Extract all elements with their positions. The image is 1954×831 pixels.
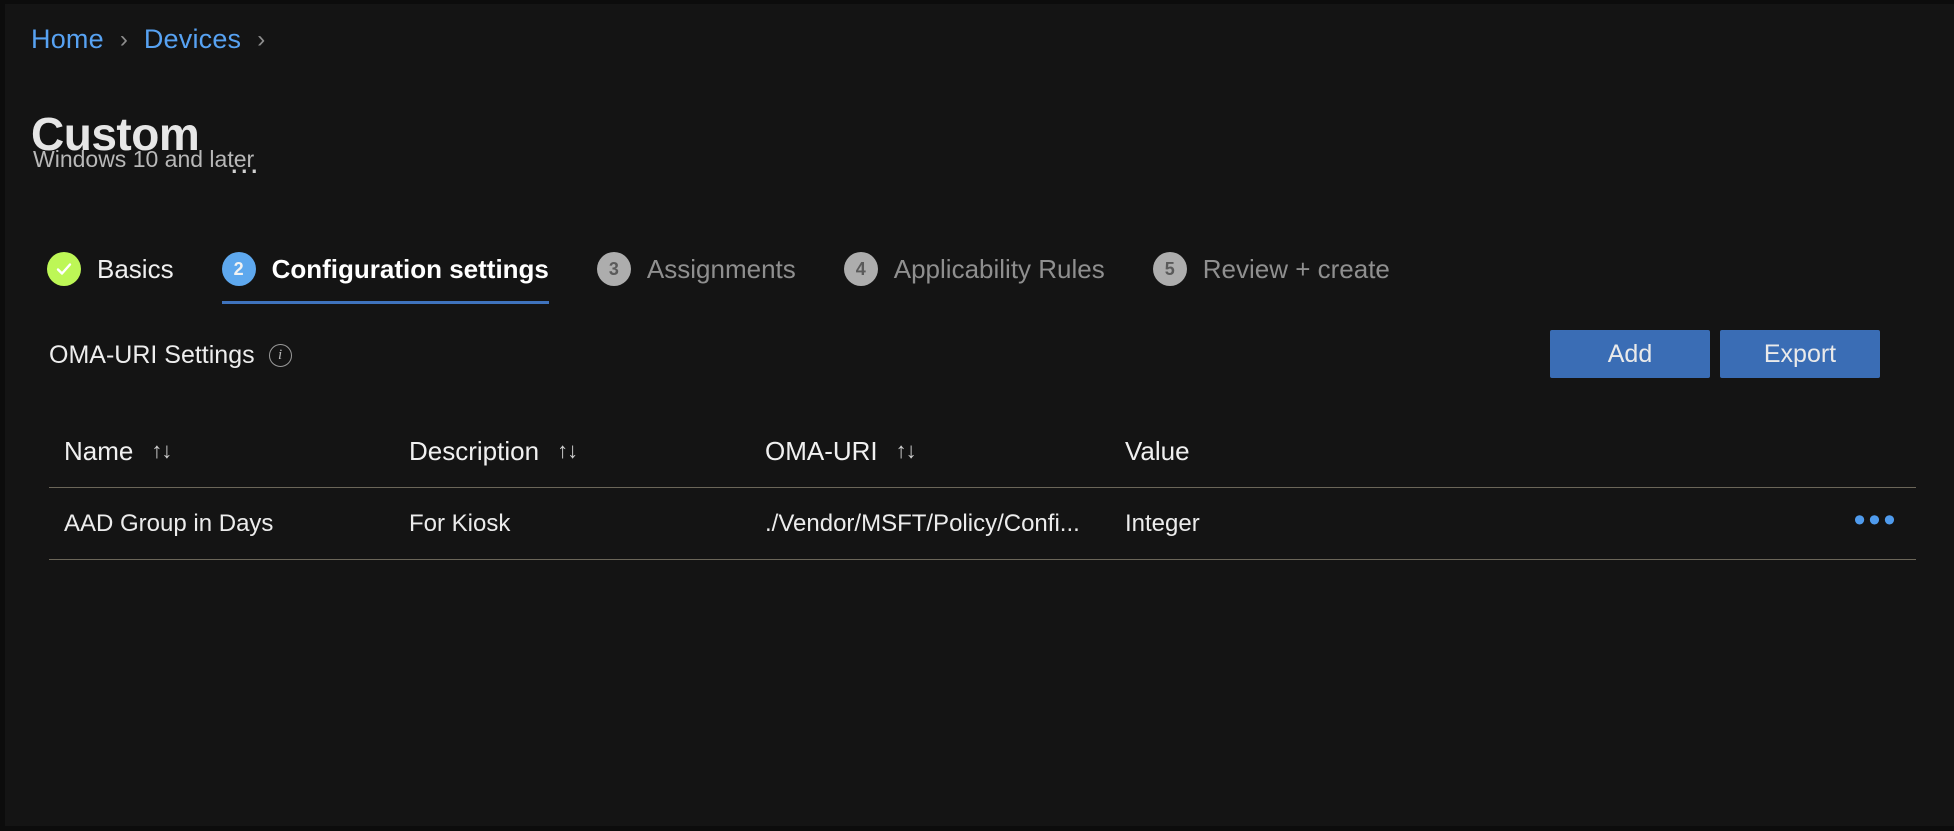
- cell-row-menu[interactable]: •••: [1836, 514, 1916, 534]
- cell-oma-uri: ./Vendor/MSFT/Policy/Confi...: [765, 512, 1125, 536]
- page-subtitle: Windows 10 and later: [33, 146, 254, 174]
- section-title: OMA-URI Settings: [49, 343, 255, 368]
- page-root: Home › Devices › Custom ⋯ Windows 10 and…: [0, 0, 1954, 831]
- column-header-oma-uri[interactable]: OMA-URI ↑↓: [765, 438, 1125, 464]
- wizard-tabs: Basics 2 Configuration settings 3 Assign…: [47, 246, 1390, 306]
- tab-label-configuration-settings: Configuration settings: [272, 256, 549, 282]
- table-header-row: Name ↑↓ Description ↑↓ OMA-URI ↑↓ Value: [49, 414, 1916, 488]
- breadcrumb-item-devices[interactable]: Devices: [144, 26, 241, 53]
- column-header-value-label: Value: [1125, 438, 1190, 464]
- tab-applicability-rules[interactable]: 4 Applicability Rules: [844, 246, 1105, 292]
- check-circle-icon: [47, 252, 81, 286]
- column-header-value[interactable]: Value: [1125, 438, 1836, 464]
- chevron-right-icon: ›: [257, 28, 265, 52]
- cell-description: For Kiosk: [409, 512, 765, 536]
- tab-underline: [222, 301, 549, 304]
- breadcrumb: Home › Devices ›: [31, 26, 281, 53]
- step-number-badge: 2: [222, 252, 256, 286]
- chevron-right-icon: ›: [120, 28, 128, 52]
- column-header-name[interactable]: Name ↑↓: [49, 438, 409, 464]
- column-header-name-label: Name: [64, 438, 133, 464]
- tab-review-create[interactable]: 5 Review + create: [1153, 246, 1390, 292]
- breadcrumb-item-home[interactable]: Home: [31, 26, 104, 53]
- tab-assignments[interactable]: 3 Assignments: [597, 246, 796, 292]
- cell-value: Integer: [1125, 512, 1836, 536]
- oma-uri-settings-table: Name ↑↓ Description ↑↓ OMA-URI ↑↓ Value …: [49, 414, 1916, 560]
- tab-label-review-create: Review + create: [1203, 256, 1390, 282]
- sort-icon[interactable]: ↑↓: [896, 440, 916, 462]
- tab-label-applicability-rules: Applicability Rules: [894, 256, 1105, 282]
- tab-configuration-settings[interactable]: 2 Configuration settings: [222, 246, 549, 292]
- column-header-description-label: Description: [409, 438, 539, 464]
- section-actions: Add Export: [1550, 330, 1880, 378]
- step-number-badge: 5: [1153, 252, 1187, 286]
- step-number-badge: 3: [597, 252, 631, 286]
- column-header-oma-uri-label: OMA-URI: [765, 438, 878, 464]
- cell-name: AAD Group in Days: [49, 512, 409, 536]
- sort-icon[interactable]: ↑↓: [557, 440, 577, 462]
- tab-basics[interactable]: Basics: [47, 246, 174, 292]
- add-button[interactable]: Add: [1550, 330, 1710, 378]
- info-icon[interactable]: i: [269, 344, 292, 367]
- sort-icon[interactable]: ↑↓: [151, 440, 171, 462]
- row-more-options-icon[interactable]: •••: [1854, 514, 1899, 534]
- export-button[interactable]: Export: [1720, 330, 1880, 378]
- column-header-description[interactable]: Description ↑↓: [409, 438, 765, 464]
- tab-label-basics: Basics: [97, 256, 174, 282]
- section-title-wrap: OMA-URI Settings i: [49, 343, 292, 368]
- oma-uri-settings-header: OMA-URI Settings i Add Export: [49, 331, 1880, 379]
- step-number-badge: 4: [844, 252, 878, 286]
- tab-label-assignments: Assignments: [647, 256, 796, 282]
- table-row[interactable]: AAD Group in Days For Kiosk ./Vendor/MSF…: [49, 488, 1916, 560]
